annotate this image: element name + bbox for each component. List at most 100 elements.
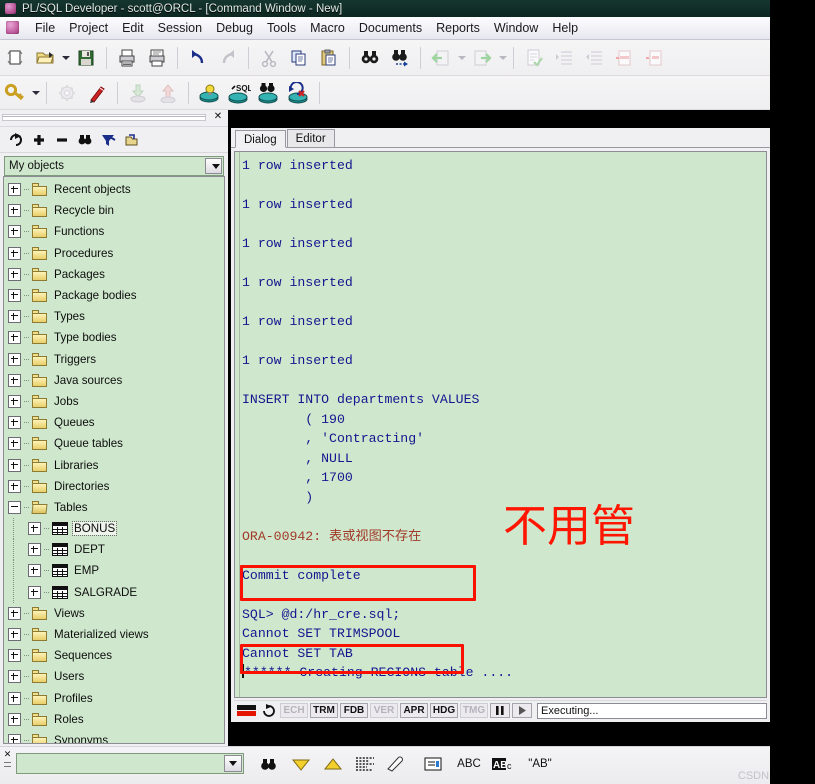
find-next-icon[interactable] <box>385 43 415 73</box>
menu-item-debug[interactable]: Debug <box>209 19 260 37</box>
logon-key-icon[interactable] <box>0 78 30 108</box>
tree-node-package-bodies[interactable]: Package bodies <box>4 285 224 306</box>
open-dropdown-caret[interactable] <box>60 44 71 72</box>
object-filter-combo[interactable]: My objects <box>4 156 224 176</box>
regex-icon[interactable]: "AB" <box>522 752 558 776</box>
expand-plus-icon[interactable] <box>8 373 21 387</box>
tree-node-types[interactable]: Types <box>4 306 224 327</box>
tree-node-procedures[interactable]: Procedures <box>4 243 224 264</box>
tree-node-packages[interactable]: Packages <box>4 264 224 285</box>
options-icon[interactable] <box>420 752 446 776</box>
tree-node-profiles[interactable]: Profiles <box>4 688 224 709</box>
menu-item-reports[interactable]: Reports <box>429 19 487 37</box>
find-prev-up-icon[interactable] <box>320 752 346 776</box>
whole-words-icon[interactable]: ABC <box>452 752 486 776</box>
tree-node-jobs[interactable]: Jobs <box>4 391 224 412</box>
flag-ver[interactable]: VER <box>370 703 398 718</box>
expand-plus-icon[interactable] <box>8 649 21 663</box>
tree-node-type-bodies[interactable]: Type bodies <box>4 327 224 348</box>
command-output-console[interactable]: 1 row inserted 1 row inserted 1 row inse… <box>234 151 767 698</box>
expand-plus-icon[interactable] <box>28 585 41 599</box>
tree-node-materialized-views[interactable]: Materialized views <box>4 624 224 645</box>
flag-ech[interactable]: ECH <box>280 703 308 718</box>
tree-node-views[interactable]: Views <box>4 603 224 624</box>
paste-icon[interactable] <box>314 43 344 73</box>
expand-plus-icon[interactable] <box>8 458 21 472</box>
highlight-all-icon[interactable] <box>352 752 378 776</box>
tree-node-queue-tables[interactable]: Queue tables <box>4 433 224 454</box>
find-object-icon[interactable] <box>75 130 95 150</box>
copy-icon[interactable] <box>284 43 314 73</box>
flag-trm[interactable]: TRM <box>310 703 338 718</box>
print-icon[interactable] <box>112 43 142 73</box>
expand-plus-icon[interactable] <box>8 670 21 684</box>
tree-node-recent-objects[interactable]: Recent objects <box>4 179 224 200</box>
expand-plus-icon[interactable] <box>8 310 21 324</box>
tree-node-libraries[interactable]: Libraries <box>4 454 224 475</box>
search-input[interactable] <box>16 753 244 774</box>
stop-icon[interactable] <box>236 703 258 718</box>
tree-node-dept[interactable]: DEPT <box>4 539 224 561</box>
tree-node-recycle-bin[interactable]: Recycle bin <box>4 200 224 221</box>
tree-node-synonyms[interactable]: Synonyms <box>4 730 224 743</box>
menu-item-session[interactable]: Session <box>151 19 209 37</box>
expand-plus-icon[interactable] <box>8 479 21 493</box>
expand-plus-icon[interactable] <box>8 733 21 743</box>
menu-item-help[interactable]: Help <box>545 19 585 37</box>
close-findbar-icon[interactable]: ✕ <box>2 749 13 771</box>
menu-item-edit[interactable]: Edit <box>115 19 151 37</box>
menu-item-macro[interactable]: Macro <box>303 19 352 37</box>
expand-plus-icon[interactable] <box>8 416 21 430</box>
expand-plus-icon[interactable] <box>8 267 21 281</box>
expand-plus-icon[interactable] <box>8 437 21 451</box>
tab-dialog[interactable]: Dialog <box>235 130 286 148</box>
close-icon[interactable]: ✕ <box>211 111 225 124</box>
tree-node-bonus[interactable]: BONUS <box>4 518 224 540</box>
chevron-down-icon[interactable] <box>205 158 222 174</box>
tree-node-functions[interactable]: Functions <box>4 221 224 242</box>
expand-plus-icon[interactable] <box>8 712 21 726</box>
expand-plus-icon[interactable] <box>28 564 41 578</box>
help-icon[interactable] <box>325 78 355 108</box>
rollback-icon[interactable] <box>284 78 314 108</box>
expand-plus-icon[interactable] <box>8 628 21 642</box>
filter-icon[interactable] <box>98 130 118 150</box>
tree-node-directories[interactable]: Directories <box>4 476 224 497</box>
sql-window-icon[interactable]: SQL <box>224 78 254 108</box>
expand-plus-icon[interactable] <box>8 289 21 303</box>
expand-plus-icon[interactable] <box>8 394 21 408</box>
expand-plus-icon[interactable] <box>8 691 21 705</box>
match-case-icon[interactable]: AB c <box>490 752 516 776</box>
tab-editor[interactable]: Editor <box>286 129 335 147</box>
menu-item-documents[interactable]: Documents <box>352 19 429 37</box>
tree-node-emp[interactable]: EMP <box>4 560 224 582</box>
collapse-minus-icon[interactable] <box>8 500 21 514</box>
expand-plus-icon[interactable] <box>28 522 41 536</box>
expand-plus-icon[interactable] <box>8 246 21 260</box>
logon-dropdown-caret[interactable] <box>30 79 41 107</box>
test-icon[interactable] <box>82 78 112 108</box>
menu-item-window[interactable]: Window <box>487 19 545 37</box>
expand-all-icon[interactable] <box>29 130 49 150</box>
menu-item-project[interactable]: Project <box>62 19 115 37</box>
print-preview-icon[interactable] <box>142 43 172 73</box>
chevron-down-icon[interactable] <box>224 755 242 772</box>
browser-folder-icon[interactable] <box>121 130 141 150</box>
expand-plus-icon[interactable] <box>28 543 41 557</box>
flag-tmg[interactable]: TMG <box>460 703 488 718</box>
flag-apr[interactable]: APR <box>400 703 428 718</box>
tree-node-queues[interactable]: Queues <box>4 412 224 433</box>
find-icon[interactable] <box>256 752 282 776</box>
tree-node-roles[interactable]: Roles <box>4 709 224 730</box>
new-icon[interactable] <box>0 43 30 73</box>
menu-item-file[interactable]: File <box>28 19 62 37</box>
tree-node-java-sources[interactable]: Java sources <box>4 370 224 391</box>
expand-plus-icon[interactable] <box>8 225 21 239</box>
undo-icon[interactable] <box>183 43 213 73</box>
command-window-icon[interactable] <box>254 78 284 108</box>
tree-node-users[interactable]: Users <box>4 666 224 687</box>
expand-plus-icon[interactable] <box>8 606 21 620</box>
flag-hdg[interactable]: HDG <box>430 703 458 718</box>
collapse-all-icon[interactable] <box>52 130 72 150</box>
flag-fdb[interactable]: FDB <box>340 703 368 718</box>
